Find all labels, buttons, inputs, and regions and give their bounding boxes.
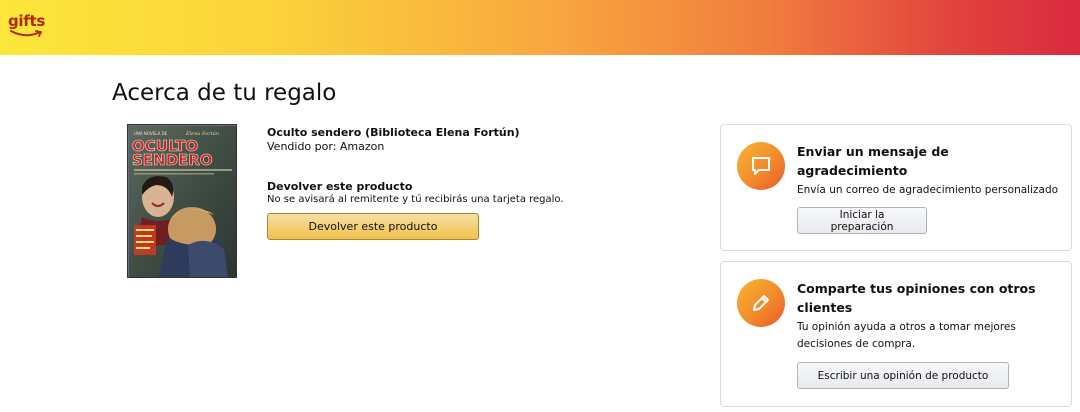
cover-author-prefix: UNA NOVELA DE [134, 131, 168, 136]
return-product-button[interactable]: Devolver este producto [267, 213, 479, 240]
thank-you-title: Enviar un mensaje de agradecimiento [797, 144, 949, 178]
thank-you-card: Enviar un mensaje de agradecimiento Enví… [720, 124, 1072, 251]
start-preparation-button[interactable]: Iniciar la preparación [797, 207, 927, 234]
review-card: Comparte tus opiniones con otros cliente… [720, 261, 1072, 407]
logo-text: gifts [8, 12, 46, 30]
amazon-smile-icon [10, 30, 42, 37]
page-title: Acerca de tu regalo [112, 80, 337, 106]
review-title: Comparte tus opiniones con otros cliente… [797, 281, 1036, 315]
pencil-icon-circle [737, 279, 785, 327]
review-description: Tu opinión ayuda a otros a tomar mejores… [797, 321, 1016, 350]
book-cover-image[interactable]: UNA NOVELA DE Elena Fortún OCULTO SENDER… [127, 124, 237, 278]
product-title[interactable]: Oculto sendero (Biblioteca Elena Fortún) [267, 126, 687, 140]
gifts-banner: gifts [0, 0, 1080, 55]
cover-title-line2: SENDERO [132, 151, 213, 169]
amazon-gifts-logo[interactable]: gifts [8, 12, 48, 44]
book-cover-art: UNA NOVELA DE Elena Fortún OCULTO SENDER… [128, 125, 236, 277]
thank-you-description: Envía un correo de agradecimiento person… [797, 184, 1059, 196]
chat-bubble-icon-circle [737, 142, 785, 190]
chat-bubble-icon [752, 157, 770, 175]
write-review-button[interactable]: Escribir una opinión de producto [797, 362, 1009, 389]
pencil-icon [753, 295, 769, 311]
return-heading: Devolver este producto [267, 180, 413, 193]
cover-author: Elena Fortún [185, 130, 219, 137]
return-note: No se avisará al remitente y tú recibirá… [267, 194, 564, 205]
product-info: Oculto sendero (Biblioteca Elena Fortún)… [267, 126, 687, 240]
sold-by: Vendido por: Amazon [267, 140, 385, 153]
